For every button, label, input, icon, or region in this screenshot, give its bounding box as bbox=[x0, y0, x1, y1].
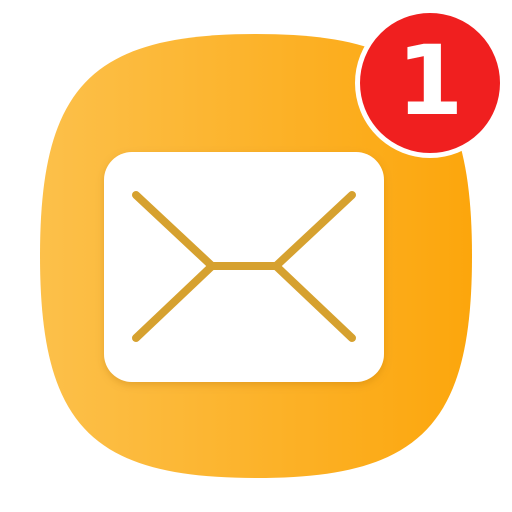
app-icon-canvas: 1 bbox=[0, 0, 512, 512]
notification-badge: 1 bbox=[355, 8, 505, 158]
badge-count: 1 bbox=[396, 25, 464, 137]
